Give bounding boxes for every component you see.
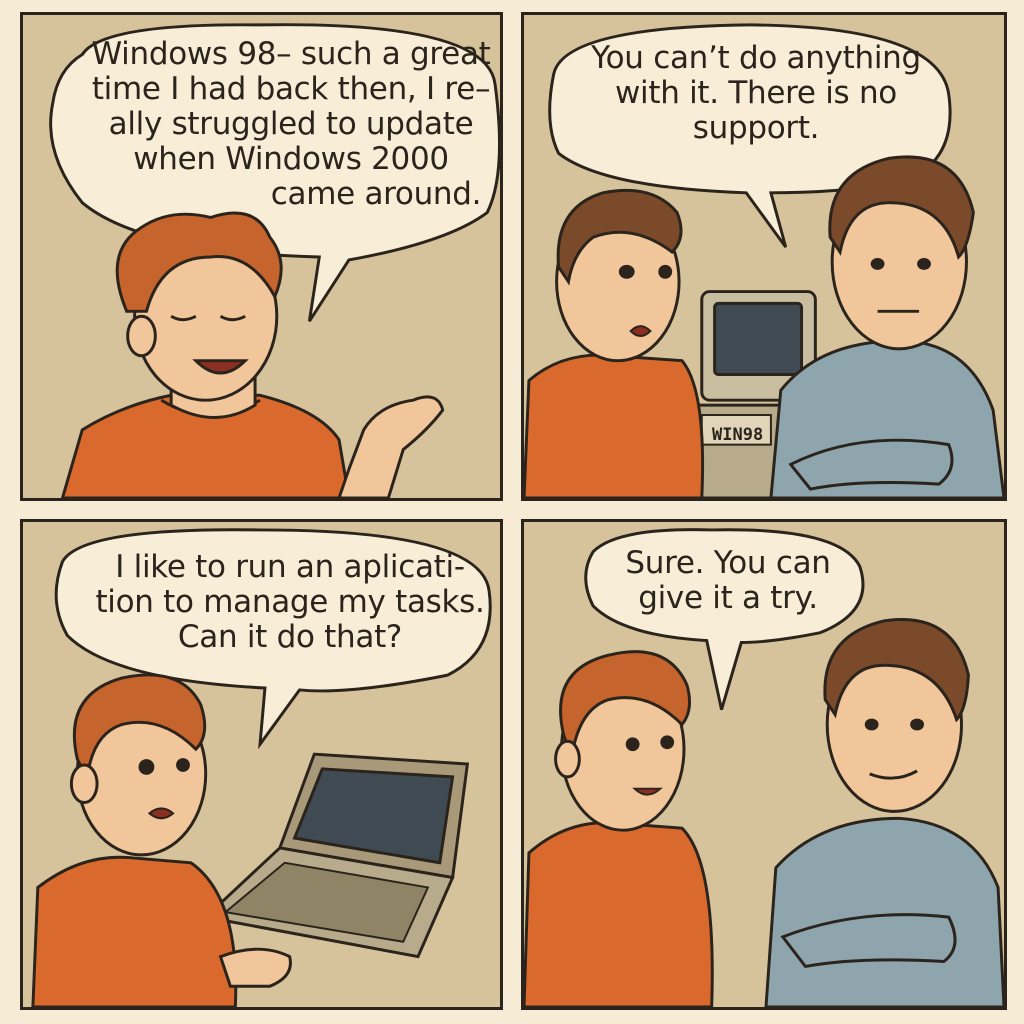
speech-line: ally struggled to update bbox=[108, 106, 474, 142]
speech-line: when Windows 2000 bbox=[133, 141, 449, 177]
speech-line: support. bbox=[692, 110, 820, 146]
speech-bubble-2: You can’t do anything with it. There is … bbox=[556, 41, 956, 146]
comic-page: Windows 98– such a great time I had back… bbox=[0, 0, 1024, 1024]
comic-panel-1: Windows 98– such a great time I had back… bbox=[20, 12, 503, 501]
speech-line: time I had back then, I re– bbox=[91, 71, 491, 107]
comic-panel-2: WIN98 You can’t do anything with it. The… bbox=[521, 12, 1007, 501]
speech-bubble-4: Sure. You can give it a try. bbox=[590, 546, 866, 616]
speech-line: give it a try. bbox=[638, 580, 818, 616]
speech-line: Windows 98– such a great bbox=[91, 36, 491, 72]
computer-label: WIN98 bbox=[712, 425, 764, 445]
speech-line: You can’t do anything bbox=[591, 40, 921, 76]
speech-bubble-1: Windows 98– such a great time I had back… bbox=[81, 36, 500, 212]
speech-bubble-3: I like to run an aplicati- tion to manag… bbox=[85, 550, 495, 655]
speech-line: I like to run an aplicati- bbox=[115, 549, 465, 585]
speech-line: with it. There is no bbox=[615, 75, 897, 111]
speech-line: Sure. You can bbox=[625, 545, 831, 581]
speech-line: tion to manage my tasks. bbox=[95, 584, 485, 620]
comic-panel-3: I like to run an aplicati- tion to manag… bbox=[20, 519, 503, 1010]
speech-line: Can it do that? bbox=[177, 619, 403, 655]
comic-panel-4: Sure. You can give it a try. bbox=[521, 519, 1007, 1010]
speech-line: came around. bbox=[270, 176, 482, 212]
